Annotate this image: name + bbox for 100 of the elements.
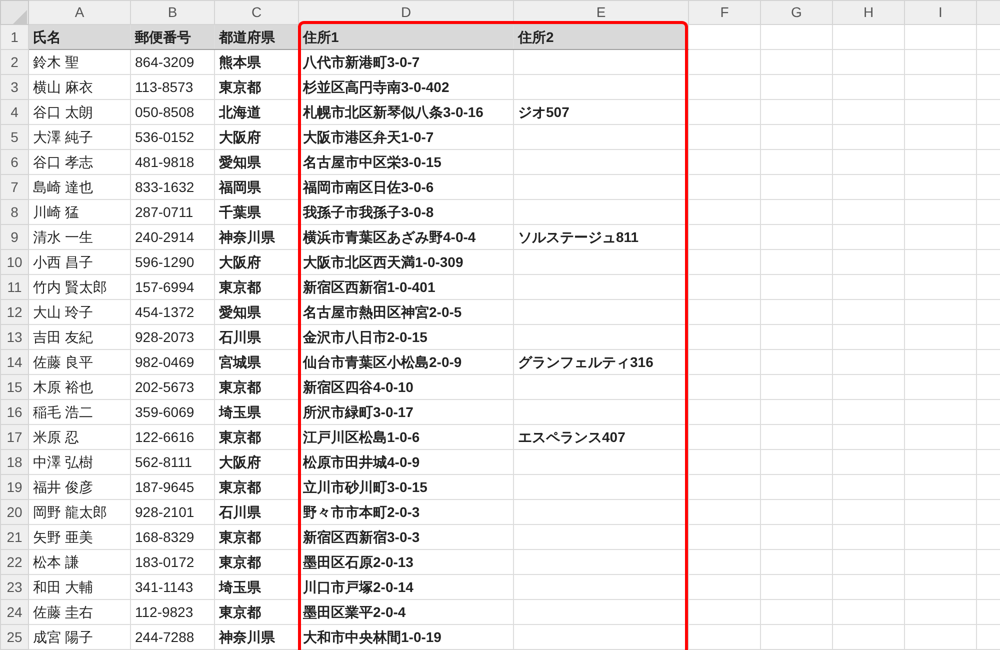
row-header[interactable]: 3 <box>0 74 28 100</box>
table-cell: 横山 麻衣 <box>28 74 130 100</box>
table-cell: 928-2073 <box>130 324 214 350</box>
table-cell: 成宮 陽子 <box>28 624 130 650</box>
row-header[interactable]: 13 <box>0 324 28 350</box>
row-header[interactable]: 23 <box>0 574 28 600</box>
column-header[interactable]: G <box>760 0 832 24</box>
table-cell: 東京都 <box>214 424 298 450</box>
row-header[interactable]: 20 <box>0 500 28 524</box>
table-cell: 所沢市緑町3-0-17 <box>298 400 514 424</box>
table-cell: 松本 謙 <box>28 550 130 574</box>
table-cell: 240-2914 <box>130 224 214 250</box>
table-cell: 愛知県 <box>214 300 298 324</box>
table-cell: 熊本県 <box>214 50 298 74</box>
table-cell: 小西 昌子 <box>28 250 130 274</box>
table-cell: 石川県 <box>214 324 298 350</box>
table-cell: 新宿区西新宿1-0-401 <box>298 274 514 300</box>
column-header[interactable]: A <box>28 0 130 24</box>
table-cell: 金沢市八日市2-0-15 <box>298 324 514 350</box>
table-cell: 川口市戸塚2-0-14 <box>298 574 514 600</box>
table-cell: 864-3209 <box>130 50 214 74</box>
table-cell: 八代市新港町3-0-7 <box>298 50 514 74</box>
row-header[interactable]: 19 <box>0 474 28 500</box>
table-cell: 東京都 <box>214 524 298 550</box>
row-header[interactable]: 12 <box>0 300 28 324</box>
row-header[interactable]: 1 <box>0 24 28 50</box>
row-header[interactable]: 15 <box>0 374 28 400</box>
table-cell: 928-2101 <box>130 500 214 524</box>
table-cell: 横浜市青葉区あざみ野4-0-4 <box>298 224 514 250</box>
row-header[interactable]: 18 <box>0 450 28 474</box>
table-cell: 墨田区石原2-0-13 <box>298 550 514 574</box>
row-header[interactable]: 4 <box>0 100 28 124</box>
table-cell: 墨田区業平2-0-4 <box>298 600 514 624</box>
table-cell: 454-1372 <box>130 300 214 324</box>
table-cell: 吉田 友紀 <box>28 324 130 350</box>
table-cell: 島崎 達也 <box>28 174 130 200</box>
table-cell: 矢野 亜美 <box>28 524 130 550</box>
table-cell: 宮城県 <box>214 350 298 374</box>
table-cell: 東京都 <box>214 550 298 574</box>
table-cell: 北海道 <box>214 100 298 124</box>
table-cell: 谷口 太朗 <box>28 100 130 124</box>
column-header[interactable]: C <box>214 0 298 24</box>
table-cell: 341-1143 <box>130 574 214 600</box>
table-cell: 東京都 <box>214 74 298 100</box>
table-cell: 埼玉県 <box>214 574 298 600</box>
table-cell: 大阪府 <box>214 450 298 474</box>
row-header[interactable]: 10 <box>0 250 28 274</box>
row-header[interactable]: 2 <box>0 50 28 74</box>
table-cell: 愛知県 <box>214 150 298 174</box>
column-header[interactable]: I <box>904 0 976 24</box>
table-cell: 米原 忍 <box>28 424 130 450</box>
table-cell: 東京都 <box>214 474 298 500</box>
table-cell: 松原市田井城4-0-9 <box>298 450 514 474</box>
table-cell: 江戸川区松島1-0-6 <box>298 424 514 450</box>
table-cell: 石川県 <box>214 500 298 524</box>
row-header[interactable]: 14 <box>0 350 28 374</box>
table-cell: 住所1 <box>298 24 514 50</box>
table-cell: 大阪市北区西天満1-0-309 <box>298 250 514 274</box>
row-header[interactable]: 21 <box>0 524 28 550</box>
table-cell: 神奈川県 <box>214 224 298 250</box>
row-header[interactable]: 24 <box>0 600 28 624</box>
row-header[interactable]: 25 <box>0 624 28 650</box>
table-cell: 122-6616 <box>130 424 214 450</box>
table-cell: 大阪市港区弁天1-0-7 <box>298 124 514 150</box>
table-cell: 杉並区高円寺南3-0-402 <box>298 74 514 100</box>
row-header[interactable]: 17 <box>0 424 28 450</box>
table-cell: 157-6994 <box>130 274 214 300</box>
table-cell: 氏名 <box>28 24 130 50</box>
table-cell: 新宿区西新宿3-0-3 <box>298 524 514 550</box>
row-header[interactable]: 16 <box>0 400 28 424</box>
table-cell: 大和市中央林間1-0-19 <box>298 624 514 650</box>
table-cell: 113-8573 <box>130 74 214 100</box>
table-cell: 川崎 猛 <box>28 200 130 224</box>
column-header[interactable]: F <box>688 0 760 24</box>
table-cell: 名古屋市中区栄3-0-15 <box>298 150 514 174</box>
row-header[interactable]: 6 <box>0 150 28 174</box>
row-header[interactable]: 9 <box>0 224 28 250</box>
table-cell: 359-6069 <box>130 400 214 424</box>
table-cell: 202-5673 <box>130 374 214 400</box>
table-cell: 833-1632 <box>130 174 214 200</box>
table-cell: 名古屋市熱田区神宮2-0-5 <box>298 300 514 324</box>
table-cell: 福井 俊彦 <box>28 474 130 500</box>
table-cell: 清水 一生 <box>28 224 130 250</box>
table-cell: 大山 玲子 <box>28 300 130 324</box>
column-header[interactable]: H <box>832 0 904 24</box>
table-cell: グランフェルティ316 <box>514 350 688 374</box>
table-cell: 562-8111 <box>130 450 214 474</box>
row-header[interactable]: 22 <box>0 550 28 574</box>
table-cell: 244-7288 <box>130 624 214 650</box>
row-header[interactable]: 7 <box>0 174 28 200</box>
table-cell: 481-9818 <box>130 150 214 174</box>
table-cell: 183-0172 <box>130 550 214 574</box>
row-header[interactable]: 5 <box>0 124 28 150</box>
table-cell: 鈴木 聖 <box>28 50 130 74</box>
table-cell: ジオ507 <box>514 100 688 124</box>
row-header[interactable]: 11 <box>0 274 28 300</box>
table-cell: 埼玉県 <box>214 400 298 424</box>
row-header[interactable]: 8 <box>0 200 28 224</box>
column-header[interactable]: B <box>130 0 214 24</box>
table-cell: 982-0469 <box>130 350 214 374</box>
